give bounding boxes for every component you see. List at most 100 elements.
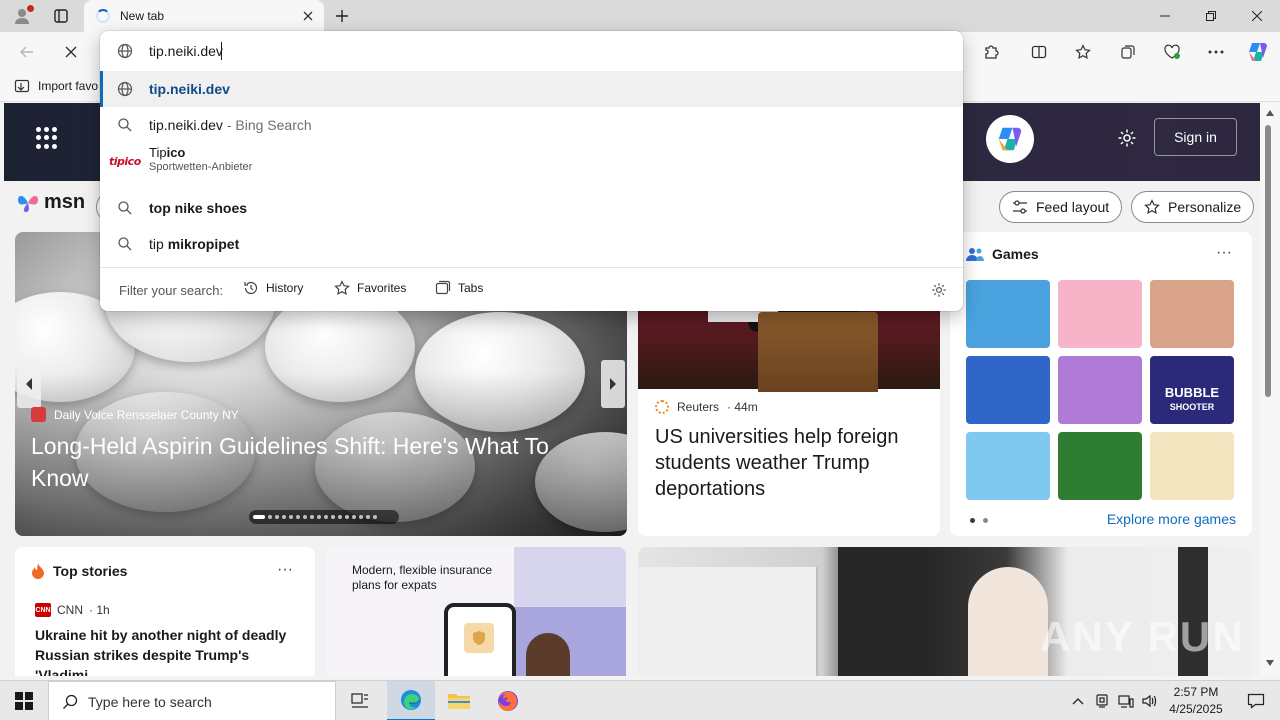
tab-close-button[interactable] xyxy=(300,8,316,24)
close-window-button[interactable] xyxy=(1234,0,1280,32)
address-input[interactable] xyxy=(149,41,929,61)
sign-in-button[interactable]: Sign in xyxy=(1154,118,1237,156)
game-tile[interactable] xyxy=(966,432,1050,500)
top-stories-header[interactable]: Top stories xyxy=(31,563,127,579)
game-tile[interactable] xyxy=(966,280,1050,348)
news-headline[interactable]: US universities help foreign students we… xyxy=(655,424,925,502)
taskbar-file-explorer-button[interactable] xyxy=(435,681,483,720)
hero-source[interactable]: Daily Voice Rensselaer County NY xyxy=(31,407,239,422)
curtain-image xyxy=(838,547,918,676)
browser-essentials-button[interactable] xyxy=(1157,38,1187,66)
top-story-headline[interactable]: Ukraine hit by another night of deadly R… xyxy=(35,625,305,676)
carousel-prev-button[interactable] xyxy=(17,360,41,408)
tray-network-button[interactable] xyxy=(1116,691,1136,711)
split-screen-button[interactable] xyxy=(1024,38,1054,66)
suggestion-url[interactable]: tip.neiki.dev xyxy=(100,71,963,107)
filter-tabs-label: Tabs xyxy=(458,281,484,295)
start-button[interactable] xyxy=(0,681,48,720)
games-more-button[interactable]: ··· xyxy=(1216,244,1232,262)
top-stories-more-button[interactable]: ··· xyxy=(277,561,293,579)
extensions-button[interactable] xyxy=(976,38,1006,66)
top-story-source-name: CNN xyxy=(57,603,83,617)
taskbar-clock[interactable]: 2:57 PM 4/25/2025 xyxy=(1164,684,1228,718)
game-tile-tetris[interactable] xyxy=(966,356,1050,424)
taskbar-firefox-button[interactable] xyxy=(484,681,532,720)
settings-more-button[interactable] xyxy=(1201,38,1231,66)
collections-button[interactable] xyxy=(1113,38,1143,66)
msn-logo-text: msn xyxy=(44,191,86,213)
game-tile-bubble-shooter[interactable]: BUBBLE SHOOTER xyxy=(1150,356,1234,424)
tray-device-button[interactable] xyxy=(1092,691,1112,711)
msn-logo[interactable]: msn xyxy=(16,191,85,214)
chevron-right-icon xyxy=(610,378,616,390)
import-favorites-button[interactable]: Import favo xyxy=(14,78,98,94)
games-pager-dots[interactable] xyxy=(970,518,988,523)
apps-launcher-button[interactable] xyxy=(36,127,58,149)
carousel-dots[interactable] xyxy=(249,510,399,524)
taskbar-search-box[interactable]: Type here to search xyxy=(48,681,336,720)
game-tile[interactable] xyxy=(1150,432,1234,500)
minimize-icon xyxy=(1160,15,1170,17)
taskbar: Type here to search 2:57 PM 4/25/2025 xyxy=(0,680,1280,720)
top-story-source[interactable]: CNN CNN · 1h xyxy=(35,603,110,617)
gear-icon xyxy=(1118,129,1136,147)
hero-headline[interactable]: Long-Held Aspirin Guidelines Shift: Here… xyxy=(31,430,611,494)
game-tile[interactable] xyxy=(1058,356,1142,424)
page-scrollbar[interactable] xyxy=(1260,103,1280,676)
filter-tabs-button[interactable]: Tabs xyxy=(435,280,483,296)
tab-new-tab[interactable]: New tab xyxy=(84,0,324,32)
explore-more-games-link[interactable]: Explore more games xyxy=(1107,511,1236,527)
text-caret xyxy=(221,42,222,60)
filter-favorites-button[interactable]: Favorites xyxy=(334,280,406,296)
scroll-thumb[interactable] xyxy=(1265,125,1271,397)
suggestion-text: tip.neiki.dev xyxy=(149,81,230,97)
notification-center-button[interactable] xyxy=(1232,681,1280,720)
taskbar-edge-button[interactable] xyxy=(387,681,435,720)
carousel-next-button[interactable] xyxy=(601,360,625,408)
feature-image-card[interactable]: ANY RUN xyxy=(638,547,1252,676)
personalize-button[interactable]: Personalize xyxy=(1131,191,1255,223)
game-tile[interactable] xyxy=(1058,280,1142,348)
news-source-name: Reuters xyxy=(677,400,720,414)
restore-button[interactable] xyxy=(1188,0,1234,32)
page-settings-button[interactable] xyxy=(1114,125,1140,151)
copilot-icon xyxy=(998,127,1022,151)
profile-button[interactable] xyxy=(8,4,36,28)
ad-card[interactable]: Modern, flexible insurance plans for exp… xyxy=(326,547,626,676)
puzzle-icon xyxy=(985,45,999,59)
suggestion-tip-mikropipet[interactable]: tip mikropipet xyxy=(100,226,963,262)
tray-volume-button[interactable] xyxy=(1140,691,1160,711)
search-settings-button[interactable] xyxy=(929,280,949,300)
feed-layout-button[interactable]: Feed layout xyxy=(999,191,1123,223)
copilot-button[interactable] xyxy=(1243,38,1273,66)
address-bar[interactable] xyxy=(100,31,963,71)
stop-loading-button[interactable] xyxy=(56,38,86,66)
favorites-button[interactable] xyxy=(1068,38,1098,66)
scroll-down-button[interactable] xyxy=(1264,657,1276,669)
tab-actions-button[interactable] xyxy=(48,4,74,28)
suggestion-tipico[interactable]: tipico Tipico Sportwetten-Anbieter xyxy=(100,143,963,179)
scroll-up-button[interactable] xyxy=(1264,107,1276,119)
suggestion-top-nike-shoes[interactable]: top nike shoes xyxy=(100,190,963,226)
restore-icon xyxy=(1206,11,1216,21)
windows-logo-icon xyxy=(15,692,33,710)
msn-butterfly-icon xyxy=(18,195,38,212)
games-header[interactable]: Games xyxy=(966,246,1039,262)
game-tile[interactable] xyxy=(1150,280,1234,348)
minimize-button[interactable] xyxy=(1142,0,1188,32)
back-button[interactable] xyxy=(12,38,42,66)
news-time: · 44m xyxy=(727,400,758,414)
task-view-button[interactable] xyxy=(336,681,384,720)
suggestion-bing-search[interactable]: tip.neiki.dev - Bing Search xyxy=(100,107,963,143)
new-tab-button[interactable] xyxy=(330,4,354,28)
top-story-time: · 1h xyxy=(89,603,110,617)
game-tile-mahjong[interactable] xyxy=(1058,432,1142,500)
copilot-search-button[interactable] xyxy=(986,115,1034,163)
show-hidden-icons-button[interactable] xyxy=(1068,691,1088,711)
selection-indicator xyxy=(100,71,103,107)
hero-source-name: Daily Voice Rensselaer County NY xyxy=(54,407,239,422)
star-icon xyxy=(334,280,350,296)
filter-history-button[interactable]: History xyxy=(243,280,303,296)
news-source[interactable]: Reuters · 44m xyxy=(655,400,758,414)
notification-icon xyxy=(1247,693,1265,709)
